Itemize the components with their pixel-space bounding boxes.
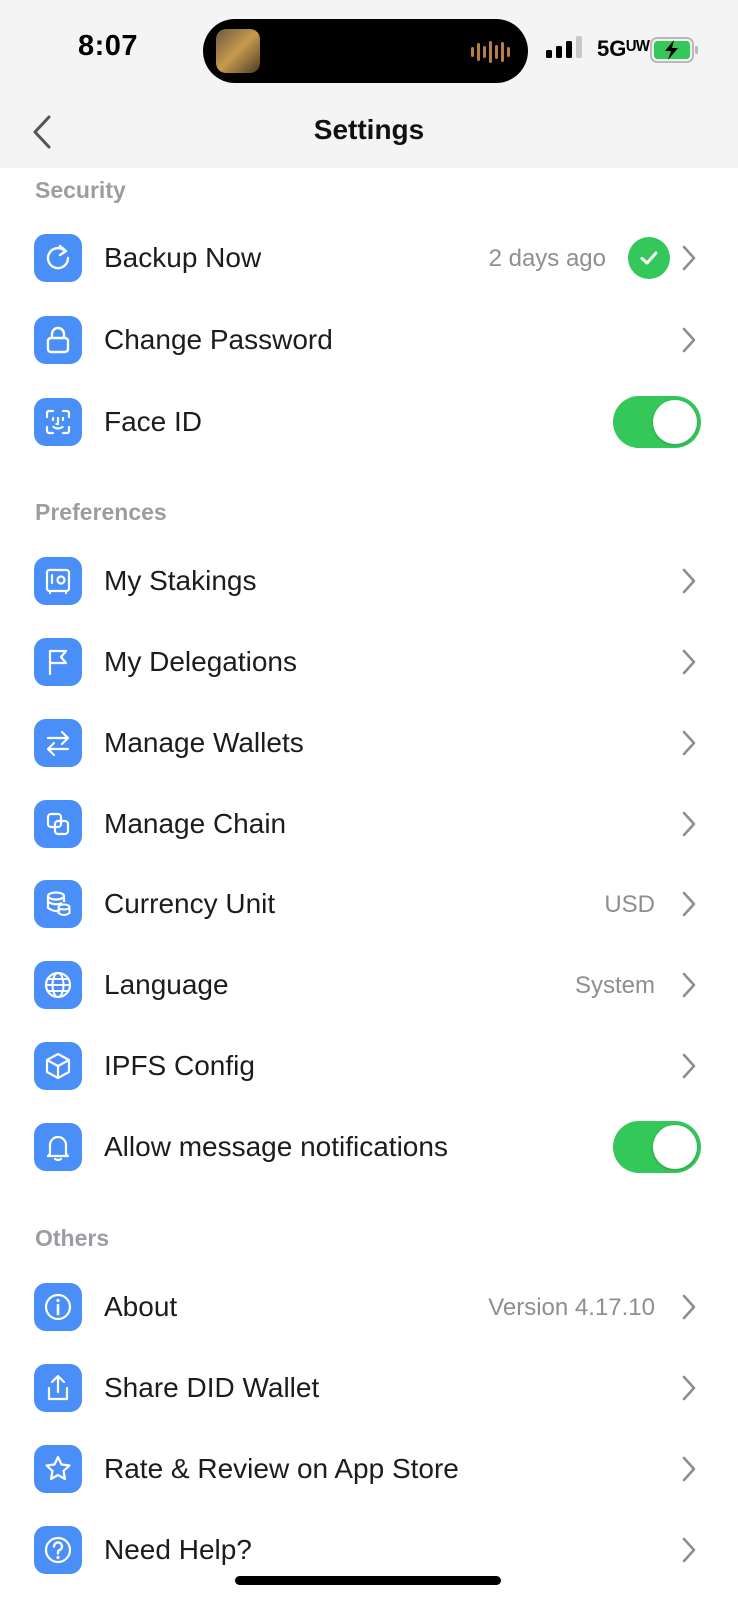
refresh-icon: [34, 234, 82, 282]
face-id-icon: [34, 398, 82, 446]
coins-stack-icon: [34, 880, 82, 928]
currency-unit-value: USD: [604, 891, 655, 918]
chevron-right-icon: [682, 730, 696, 756]
section-header-preferences: Preferences: [35, 499, 167, 525]
ipfs-config-label: IPFS Config: [104, 1050, 255, 1081]
settings-row-ipfs-config[interactable]: IPFS Config: [0, 1025, 738, 1107]
backup-last-time: 2 days ago: [488, 245, 606, 272]
settings-row-rate-review[interactable]: Rate & Review on App Store: [0, 1428, 738, 1510]
settings-row-currency-unit[interactable]: Currency Unit USD: [0, 863, 738, 945]
backup-complete-check-icon: [628, 237, 670, 279]
my-stakings-label: My Stakings: [104, 565, 257, 596]
chevron-right-icon: [682, 1053, 696, 1079]
settings-row-notifications: Allow message notifications: [0, 1106, 738, 1188]
status-bar: 8:07 5Gᵁᵂ: [0, 0, 738, 100]
need-help-label: Need Help?: [104, 1534, 252, 1565]
currency-unit-label: Currency Unit: [104, 888, 276, 919]
backup-now-label: Backup Now: [104, 242, 262, 273]
chevron-right-icon: [682, 811, 696, 837]
settings-row-share-did-wallet[interactable]: Share DID Wallet: [0, 1347, 738, 1429]
chevron-right-icon: [682, 1294, 696, 1320]
cube-icon: [34, 1042, 82, 1090]
manage-wallets-label: Manage Wallets: [104, 727, 304, 758]
app-version: Version 4.17.10: [488, 1294, 655, 1321]
safe-icon: [34, 557, 82, 605]
change-password-label: Change Password: [104, 324, 333, 355]
navigation-bar: Settings: [0, 100, 738, 168]
share-did-wallet-label: Share DID Wallet: [104, 1372, 320, 1403]
settings-row-change-password[interactable]: Change Password: [0, 299, 738, 381]
star-icon: [34, 1445, 82, 1493]
language-label: Language: [104, 969, 229, 1000]
settings-row-manage-chain[interactable]: Manage Chain: [0, 783, 738, 865]
face-id-label: Face ID: [104, 406, 203, 437]
toggle-knob: [653, 1125, 697, 1169]
status-time: 8:07: [78, 30, 139, 62]
audio-waveform-icon: [471, 41, 510, 63]
chevron-right-icon: [682, 972, 696, 998]
settings-row-my-delegations[interactable]: My Delegations: [0, 621, 738, 703]
my-delegations-label: My Delegations: [104, 646, 297, 677]
help-question-icon: [34, 1526, 82, 1574]
chevron-right-icon: [682, 327, 696, 353]
section-header-security: Security: [35, 177, 126, 203]
network-type: 5Gᵁᵂ: [597, 36, 650, 61]
flag-icon: [34, 638, 82, 686]
chevron-right-icon: [682, 891, 696, 917]
battery-charging-icon: [650, 37, 698, 63]
settings-row-my-stakings[interactable]: My Stakings: [0, 540, 738, 622]
home-indicator[interactable]: [235, 1576, 501, 1585]
rate-review-label: Rate & Review on App Store: [104, 1453, 459, 1484]
page-title: Settings: [313, 114, 425, 145]
dynamic-island[interactable]: [203, 19, 528, 83]
face-id-toggle[interactable]: [613, 396, 701, 448]
about-label: About: [104, 1291, 178, 1322]
info-icon: [34, 1283, 82, 1331]
chevron-right-icon: [682, 1456, 696, 1482]
now-playing-artwork: [216, 29, 260, 73]
chevron-right-icon: [682, 568, 696, 594]
manage-chain-label: Manage Chain: [104, 808, 287, 839]
language-value: System: [574, 972, 655, 999]
globe-icon: [34, 961, 82, 1009]
lock-icon: [34, 316, 82, 364]
bell-icon: [34, 1123, 82, 1171]
chain-link-icon: [34, 800, 82, 848]
section-header-others: Others: [35, 1225, 110, 1251]
chevron-right-icon: [682, 245, 696, 271]
settings-row-language[interactable]: Language System: [0, 944, 738, 1026]
notifications-label: Allow message notifications: [104, 1131, 448, 1162]
cellular-signal-icon: [546, 36, 582, 58]
swap-arrows-icon: [34, 719, 82, 767]
notifications-toggle[interactable]: [613, 1121, 701, 1173]
share-icon: [34, 1364, 82, 1412]
chevron-right-icon: [682, 1375, 696, 1401]
chevron-right-icon: [682, 649, 696, 675]
settings-row-about[interactable]: About Version 4.17.10: [0, 1266, 738, 1348]
settings-row-backup-now[interactable]: Backup Now 2 days ago: [0, 217, 738, 299]
settings-row-face-id: Face ID: [0, 381, 738, 463]
chevron-right-icon: [682, 1537, 696, 1563]
settings-row-manage-wallets[interactable]: Manage Wallets: [0, 702, 738, 784]
toggle-knob: [653, 400, 697, 444]
